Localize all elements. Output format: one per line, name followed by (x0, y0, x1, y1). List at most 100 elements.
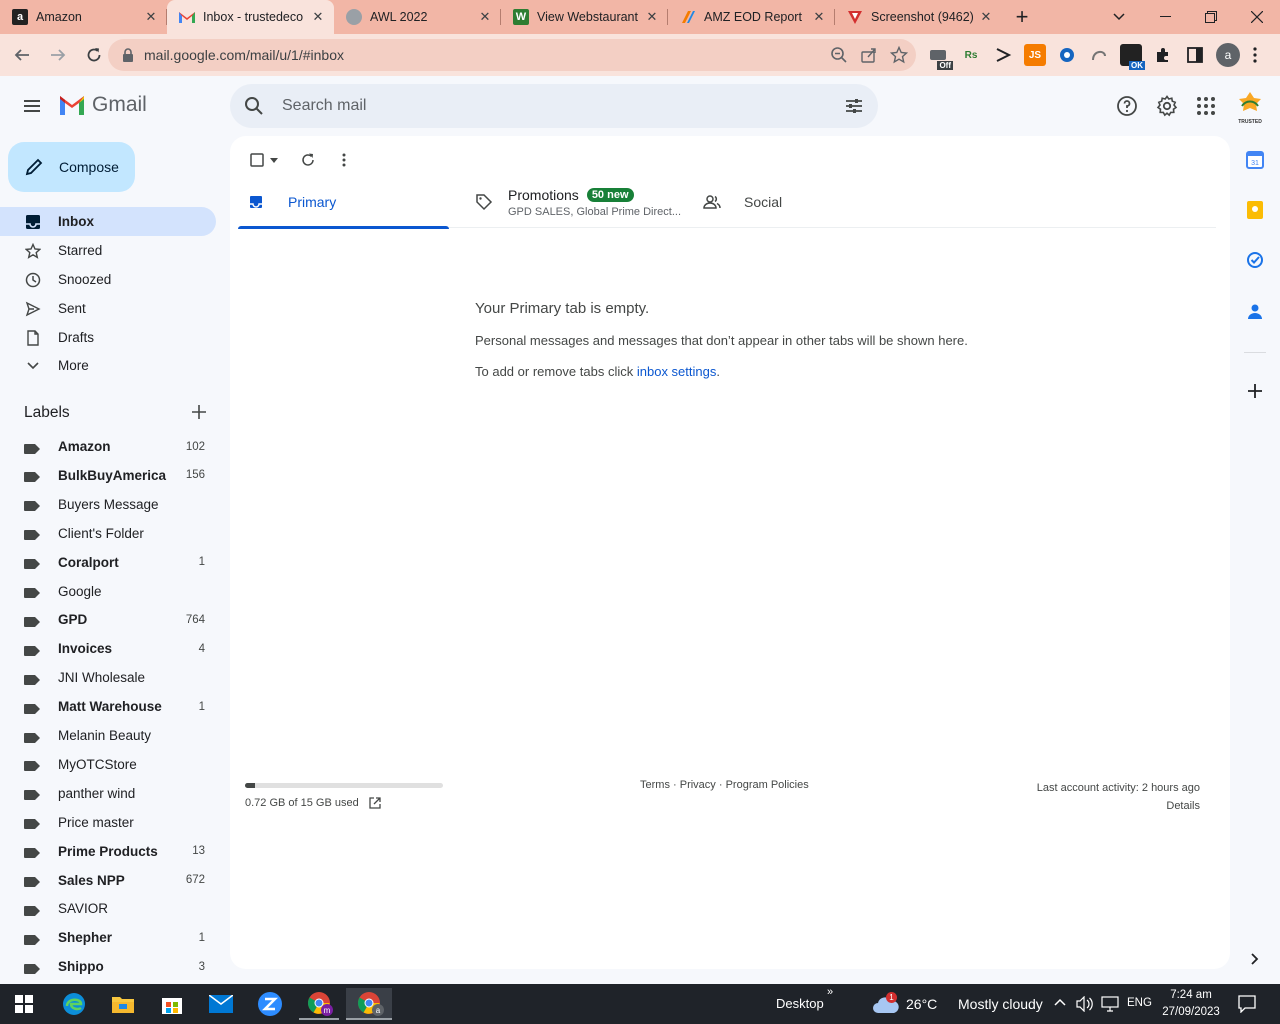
open-external-icon[interactable] (368, 796, 382, 810)
close-icon[interactable]: ✕ (310, 9, 326, 25)
minimize-button[interactable] (1142, 0, 1188, 34)
start-button[interactable] (4, 988, 44, 1020)
search-icon[interactable] (242, 94, 266, 118)
share-icon[interactable] (860, 46, 878, 64)
notification-icon[interactable] (1238, 995, 1256, 1013)
chevron-up-icon[interactable] (1054, 998, 1066, 1006)
tab-promotions[interactable]: Promotions 50 new GPD SALES, Global Prim… (466, 176, 694, 228)
close-window-button[interactable] (1234, 0, 1280, 34)
program-policies-link[interactable]: Program Policies (726, 779, 809, 791)
activity-details-link[interactable]: Details (1037, 797, 1200, 815)
sidebar-label-item[interactable]: Shippo 3 (0, 952, 216, 981)
extension-rs-icon[interactable]: Rs (960, 44, 982, 66)
double-chevron-icon[interactable]: » (827, 986, 833, 998)
sidebar-label-item[interactable]: Invoices 4 (0, 634, 216, 663)
browser-tab-gmail[interactable]: Inbox - trustedeco ✕ (167, 0, 334, 34)
browser-tab-amz-eod[interactable]: AMZ EOD Report ✕ (668, 0, 835, 34)
gmail-logo[interactable]: Gmail (58, 93, 147, 117)
zoom-icon[interactable] (830, 46, 848, 64)
extension-arrow-icon[interactable] (992, 44, 1014, 66)
sidebar-item-drafts[interactable]: Drafts (0, 323, 216, 352)
sidebar-label-item[interactable]: Google (0, 577, 216, 606)
compose-button[interactable]: Compose (8, 142, 135, 192)
sidebar-label-item[interactable]: SAVIOR (0, 894, 216, 923)
tab-social[interactable]: Social (694, 176, 905, 228)
sidebar-label-item[interactable]: Prime Products 13 (0, 837, 216, 866)
sidebar-label-item[interactable]: Amazon 102 (0, 432, 216, 461)
extension-off-icon[interactable]: Off (928, 44, 953, 70)
privacy-link[interactable]: Privacy (680, 779, 716, 791)
desktop-toolbar-label[interactable]: Desktop (776, 996, 824, 1011)
taskbar-chrome-1[interactable]: m (299, 988, 339, 1020)
inbox-settings-link[interactable]: inbox settings (637, 364, 717, 379)
taskbar-mail[interactable] (201, 988, 241, 1020)
sidebar-label-item[interactable]: JNI Wholesale (0, 663, 216, 692)
sidebar-label-item[interactable]: panther wind (0, 779, 216, 808)
get-addons-button[interactable] (1244, 380, 1266, 402)
address-bar[interactable]: mail.google.com/mail/u/1/#inbox (108, 39, 916, 71)
browser-menu-icon[interactable] (1250, 44, 1260, 66)
close-icon[interactable]: ✕ (978, 9, 994, 25)
network-icon[interactable] (1101, 996, 1119, 1012)
terms-link[interactable]: Terms (640, 779, 670, 791)
close-icon[interactable]: ✕ (644, 9, 660, 25)
more-actions-button[interactable] (332, 148, 356, 172)
sidebar-label-item[interactable]: Matt Warehouse 1 (0, 692, 216, 721)
select-all-checkbox[interactable] (244, 148, 284, 172)
contacts-icon[interactable] (1244, 300, 1266, 322)
tab-primary[interactable]: Primary (238, 176, 449, 229)
tasks-icon[interactable] (1244, 249, 1266, 271)
help-icon[interactable] (1115, 94, 1139, 118)
sidebar-label-item[interactable]: Melanin Beauty (0, 721, 216, 750)
calendar-icon[interactable]: 31 (1244, 149, 1266, 171)
taskbar-edge[interactable] (54, 988, 94, 1020)
sidebar-label-item[interactable]: GPD 764 (0, 605, 216, 634)
sidebar-item-sent[interactable]: Sent (0, 294, 216, 323)
weather-widget[interactable]: 1 (866, 988, 906, 1020)
browser-tab-awl[interactable]: AWL 2022 ✕ (334, 0, 501, 34)
tab-search-button[interactable] (1096, 0, 1142, 34)
sidebar-label-item[interactable]: MyOTCStore (0, 750, 216, 779)
browser-tab-webstaurant[interactable]: W View Webstaurant ✕ (501, 0, 668, 34)
sidebar-label-item[interactable]: BulkBuyAmerica 156 (0, 461, 216, 490)
sidebar-label-item[interactable]: Shepher 1 (0, 923, 216, 952)
puzzle-icon[interactable] (1152, 44, 1174, 66)
reload-button[interactable] (78, 39, 110, 71)
extension-swirl-icon[interactable] (1088, 44, 1110, 66)
new-tab-button[interactable]: + (1002, 0, 1042, 34)
keep-icon[interactable] (1244, 199, 1266, 221)
sidebar-item-snoozed[interactable]: Snoozed (0, 265, 216, 294)
taskbar-chrome-2[interactable]: a (346, 988, 392, 1020)
close-icon[interactable]: ✕ (477, 9, 493, 25)
sidebar-label-item[interactable]: Client's Folder (0, 519, 216, 548)
account-avatar[interactable]: TRUSTED (1236, 90, 1264, 125)
close-icon[interactable]: ✕ (811, 9, 827, 25)
add-label-button[interactable] (192, 404, 206, 422)
sidebar-item-inbox[interactable]: Inbox (0, 207, 216, 236)
sidebar-item-starred[interactable]: Starred (0, 236, 216, 265)
forward-button[interactable] (42, 39, 74, 71)
star-bookmark-icon[interactable] (890, 46, 908, 64)
apps-grid-icon[interactable] (1194, 94, 1218, 118)
sidebar-label-item[interactable]: Price master (0, 808, 216, 837)
taskbar-zoom[interactable] (250, 988, 290, 1020)
sidebar-label-item[interactable]: Buyers Message (0, 490, 216, 519)
close-icon[interactable]: ✕ (143, 9, 159, 25)
back-button[interactable] (6, 39, 38, 71)
extension-blue-icon[interactable] (1056, 44, 1078, 66)
extension-ok-icon[interactable]: OK (1120, 44, 1145, 70)
sidebar-label-item[interactable]: Coralport 1 (0, 548, 216, 577)
sidepanel-icon[interactable] (1184, 44, 1206, 66)
restore-button[interactable] (1188, 0, 1234, 34)
browser-tab-screenshot[interactable]: Screenshot (9462) ✕ (835, 0, 1002, 34)
language-indicator[interactable]: ENG (1127, 997, 1152, 1009)
browser-tab-amazon[interactable]: a Amazon ✕ (0, 0, 167, 34)
profile-avatar[interactable]: a (1216, 43, 1240, 67)
speaker-icon[interactable] (1076, 996, 1094, 1012)
taskbar-store[interactable] (152, 988, 192, 1020)
sidebar-label-item[interactable]: Sales NPP 672 (0, 866, 216, 895)
extension-js-icon[interactable]: JS (1024, 44, 1046, 66)
settings-gear-icon[interactable] (1155, 94, 1179, 118)
system-clock[interactable]: 7:24 am 27/09/2023 (1160, 987, 1222, 1021)
refresh-button[interactable] (296, 148, 320, 172)
